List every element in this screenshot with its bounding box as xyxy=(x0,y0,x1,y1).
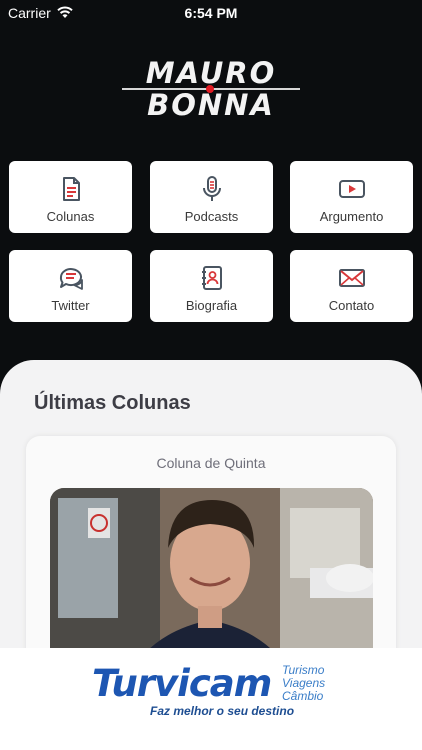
chat-bubbles-icon xyxy=(59,268,83,290)
envelope-icon xyxy=(338,269,365,287)
document-icon xyxy=(62,177,80,201)
status-bar: Carrier 6:54 PM xyxy=(0,0,422,26)
menu-tile-contato[interactable]: Contato xyxy=(290,250,413,322)
menu-tile-podcasts[interactable]: Podcasts xyxy=(150,161,273,233)
menu-tile-colunas[interactable]: Colunas xyxy=(9,161,132,233)
column-caption: Coluna de Quinta xyxy=(156,455,266,471)
menu-tile-label: Contato xyxy=(328,298,375,313)
clock: 6:54 PM xyxy=(184,5,238,21)
menu-tile-label: Twitter xyxy=(51,298,90,313)
menu-tile-biografia[interactable]: Biografia xyxy=(150,250,273,322)
ad-service: Câmbio xyxy=(282,689,324,703)
section-title: Últimas Colunas xyxy=(34,392,191,414)
contact-book-icon xyxy=(201,266,222,290)
menu-tile-label: Argumento xyxy=(319,209,384,224)
ad-services: Turismo Viagens Câmbio xyxy=(282,664,325,703)
ad-banner[interactable]: Turvicam Turismo Viagens Câmbio Faz melh… xyxy=(0,648,422,750)
microphone-icon xyxy=(202,176,221,201)
menu-tile-twitter[interactable]: Twitter xyxy=(9,250,132,322)
menu-tile-argumento[interactable]: Argumento xyxy=(290,161,413,233)
menu-tile-label: Colunas xyxy=(46,209,95,224)
logo-line1: MAURO xyxy=(145,56,277,90)
menu-tile-label: Biografia xyxy=(185,298,238,313)
turvicam-brand: Turvicam xyxy=(92,662,272,705)
video-play-icon xyxy=(338,180,365,198)
menu-tile-label: Podcasts xyxy=(184,209,239,224)
mauro-bonna-logo: MAURO BONNA xyxy=(120,58,302,120)
ad-tagline: Faz melhor o seu destino xyxy=(150,704,295,718)
logo-line2: BONNA xyxy=(147,88,275,122)
